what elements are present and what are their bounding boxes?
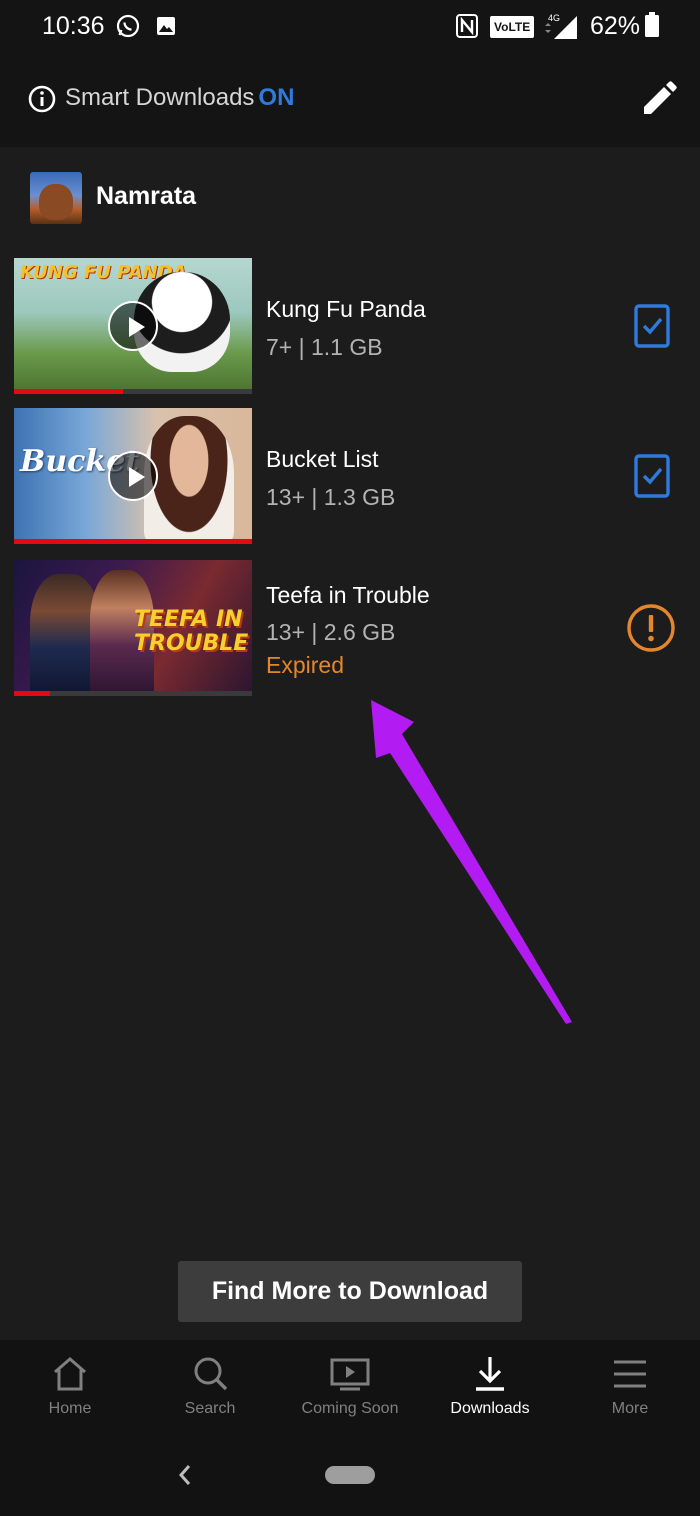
nav-item-more[interactable]: More	[560, 1340, 700, 1440]
watch-progress-bar	[14, 389, 252, 394]
find-more-to-download-button[interactable]: Find More to Download	[178, 1261, 522, 1322]
home-icon	[54, 1357, 86, 1391]
movie-meta: 13+ | 2.6 GB	[266, 619, 396, 645]
smart-downloads-toggle[interactable]: Smart Downloads ON	[65, 84, 294, 112]
volte-icon: VoLTE	[490, 16, 535, 38]
watch-progress-bar	[14, 539, 252, 544]
nav-item-search[interactable]: Search	[140, 1340, 280, 1440]
nav-item-coming-soon[interactable]: Coming Soon	[280, 1340, 420, 1440]
status-time: 10:36	[42, 12, 105, 40]
profile-name: Namrata	[96, 182, 197, 210]
movie-thumbnail[interactable]: KUNG FU PANDA	[14, 258, 252, 394]
avatar	[30, 172, 82, 224]
watch-progress-bar	[14, 691, 252, 696]
edit-pencil-icon[interactable]	[640, 80, 678, 118]
play-icon[interactable]	[108, 301, 158, 351]
movie-title: Kung Fu Panda	[266, 296, 426, 322]
menu-icon	[614, 1360, 646, 1388]
downloads-screen: 10:36 VoLTE 4G 62% Smart Downloads ON Na…	[0, 0, 700, 1516]
nav-label: Search	[184, 1400, 236, 1417]
whatsapp-icon	[116, 14, 140, 38]
home-pill[interactable]	[325, 1466, 375, 1484]
play-icon[interactable]	[108, 451, 158, 501]
system-nav-bar	[0, 1440, 700, 1516]
downloaded-device-icon[interactable]	[634, 454, 670, 498]
movie-meta: 13+ | 1.3 GB	[266, 484, 396, 510]
downloaded-device-icon[interactable]	[634, 304, 670, 348]
watch-progress-fill	[14, 389, 124, 394]
nav-label: Coming Soon	[301, 1400, 399, 1417]
battery-icon	[645, 12, 659, 37]
coming-soon-icon	[330, 1358, 370, 1391]
nav-label: Home	[48, 1400, 92, 1417]
smart-downloads-header: Smart Downloads ON	[0, 54, 700, 147]
movie-thumbnail[interactable]: Bucket List	[14, 408, 252, 544]
image-icon	[157, 17, 175, 35]
warning-icon[interactable]	[626, 603, 676, 653]
nav-item-downloads[interactable]: Downloads	[420, 1340, 560, 1440]
watch-progress-fill	[14, 691, 50, 696]
smart-downloads-state: ON	[258, 84, 295, 111]
movie-thumbnail[interactable]: TEEFA IN TROUBLE	[14, 560, 252, 696]
bottom-nav: Home Search Coming Soon Downloads More	[0, 1340, 700, 1440]
status-bar: 10:36 VoLTE 4G 62%	[0, 0, 700, 54]
search-icon	[194, 1357, 228, 1391]
downloads-icon	[476, 1357, 504, 1391]
signal-icon: 4G	[545, 13, 577, 39]
thumbnail-title-art: TEEFA IN TROUBLE	[134, 607, 249, 656]
nav-label: Downloads	[450, 1400, 530, 1417]
back-icon[interactable]	[176, 1462, 194, 1488]
movie-meta: 7+ | 1.1 GB	[266, 334, 383, 360]
expired-status: Expired	[266, 652, 344, 678]
download-row-bucket-list[interactable]: Bucket List Bucket List 13+ | 1.3 GB	[14, 408, 686, 544]
avatar-face	[39, 184, 73, 220]
smart-downloads-label: Smart Downloads	[65, 84, 255, 111]
nav-item-home[interactable]: Home	[0, 1340, 140, 1440]
network-type-label: 4G	[548, 13, 560, 23]
movie-title: Bucket List	[266, 446, 379, 472]
nav-label: More	[611, 1400, 649, 1417]
battery-percent: 62%	[590, 12, 641, 40]
watch-progress-fill	[14, 539, 252, 544]
download-row-kung-fu-panda[interactable]: KUNG FU PANDA Kung Fu Panda 7+ | 1.1 GB	[14, 258, 686, 394]
info-icon[interactable]	[28, 85, 56, 113]
download-row-teefa-in-trouble[interactable]: TEEFA IN TROUBLE Teefa in Trouble 13+ | …	[14, 560, 686, 696]
movie-title: Teefa in Trouble	[266, 582, 430, 608]
nfc-icon	[456, 14, 478, 38]
